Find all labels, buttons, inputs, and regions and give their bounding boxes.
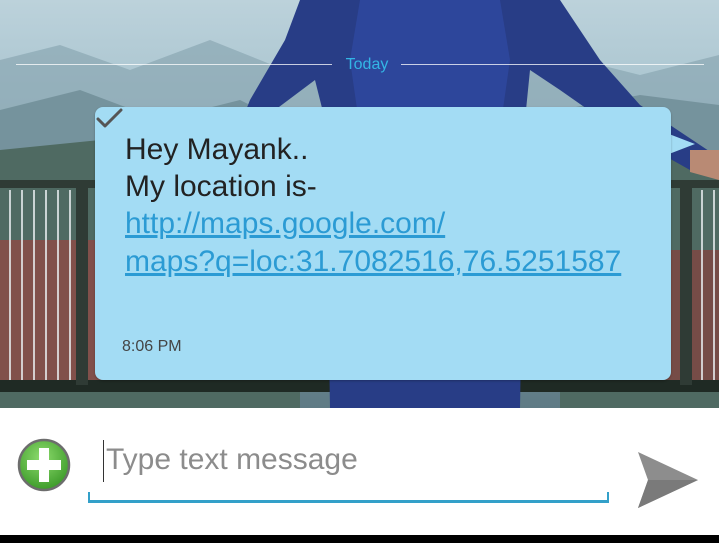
message-text-line-2: My location is- (125, 170, 317, 203)
text-cursor (103, 440, 104, 482)
message-input[interactable] (106, 440, 596, 480)
message-input-container (88, 430, 609, 506)
input-underline-right (607, 492, 609, 502)
messaging-screen: Today Hey Mayank.. My location is- http:… (0, 0, 719, 543)
maps-link-line-1[interactable]: http://maps.google.com/ (125, 205, 445, 243)
sent-check-icon (96, 108, 123, 128)
bubble-tail (669, 134, 695, 154)
outgoing-message-bubble[interactable]: Hey Mayank.. My location is- http://maps… (95, 107, 671, 380)
message-text-line-1: Hey Mayank.. (125, 133, 309, 166)
divider-line-left (16, 64, 332, 65)
date-label: Today (345, 56, 389, 73)
date-divider: Today (16, 56, 704, 74)
message-composer (0, 408, 719, 535)
message-timestamp: 8:06 PM (122, 338, 182, 355)
bottom-edge (0, 535, 719, 543)
send-icon[interactable] (636, 448, 700, 512)
divider-line-right (401, 64, 704, 65)
input-underline (88, 500, 609, 503)
maps-link-line-2[interactable]: maps?q=loc:31.7082516,76.5251587 (125, 243, 621, 281)
add-attachment-icon[interactable] (17, 438, 71, 492)
conversation-wallpaper: Today Hey Mayank.. My location is- http:… (0, 0, 719, 408)
